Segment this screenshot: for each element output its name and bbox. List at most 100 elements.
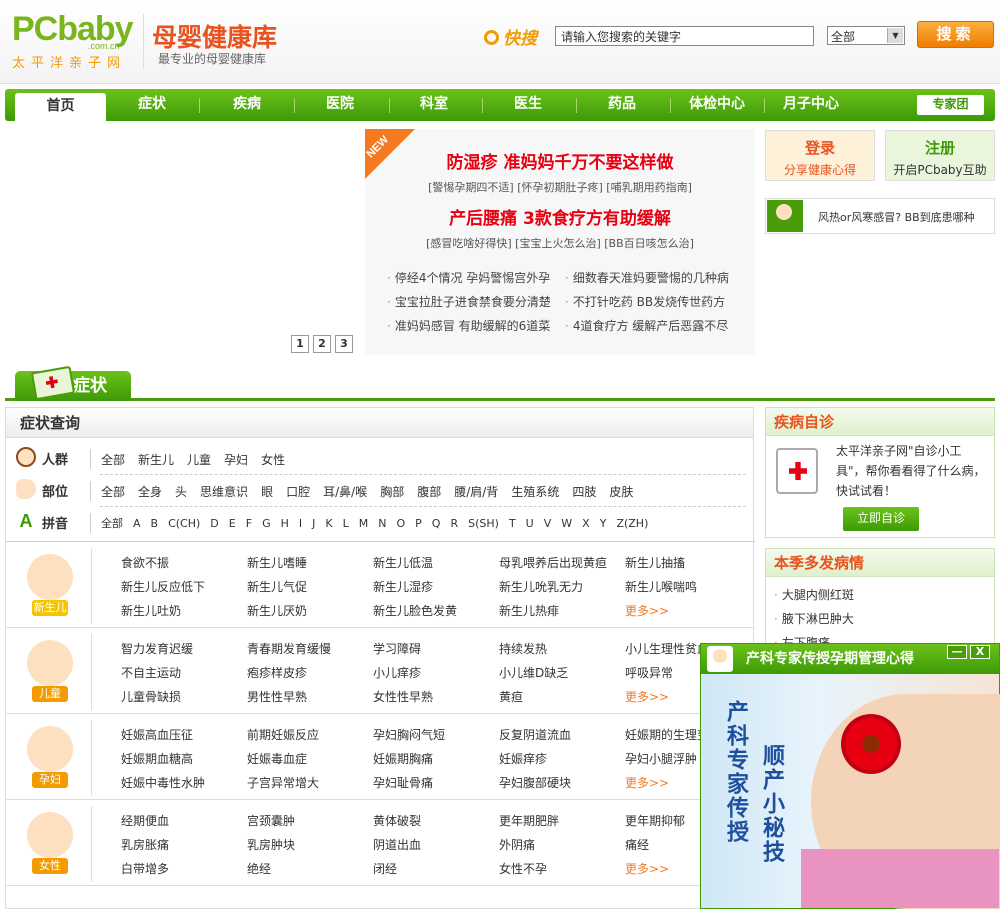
- filter-option[interactable]: H: [281, 517, 289, 530]
- filter-option[interactable]: 口腔: [286, 485, 310, 499]
- filter-option[interactable]: 新生儿: [138, 453, 174, 467]
- more-link[interactable]: 更多>>: [625, 602, 669, 619]
- slider-page-3[interactable]: 3: [335, 335, 353, 353]
- start-diagnosis-button[interactable]: 立即自诊: [843, 507, 919, 531]
- filter-option[interactable]: 全身: [138, 485, 162, 499]
- nav-checkup-center[interactable]: 体检中心: [675, 89, 759, 121]
- filter-option[interactable]: C(CH): [168, 517, 200, 530]
- nav-doctor[interactable]: 医生: [491, 89, 565, 121]
- symptom-link[interactable]: 更年期抑郁: [625, 812, 685, 829]
- filter-option[interactable]: 全部: [101, 453, 125, 467]
- symptom-link[interactable]: 更年期肥胖: [499, 812, 559, 829]
- symptom-link[interactable]: 儿童骨缺损: [121, 688, 181, 705]
- filter-option[interactable]: J: [312, 517, 315, 530]
- filter-option[interactable]: F: [246, 517, 252, 530]
- symptom-link[interactable]: 妊娠高血压征: [121, 726, 193, 743]
- filter-option[interactable]: 皮肤: [609, 485, 633, 499]
- symptom-link[interactable]: 食欲不振: [121, 554, 169, 571]
- slider-page-2[interactable]: 2: [313, 335, 331, 353]
- filter-option[interactable]: 胸部: [380, 485, 404, 499]
- more-link[interactable]: 更多>>: [625, 688, 669, 705]
- symptom-link[interactable]: 妊娠中毒性水肿: [121, 774, 205, 791]
- seasonal-item[interactable]: 腋下淋巴肿大: [774, 610, 854, 627]
- nav-symptom[interactable]: 症状: [115, 89, 189, 121]
- site-title[interactable]: 母婴健康库: [152, 18, 277, 54]
- filter-option[interactable]: A: [133, 517, 141, 530]
- promo-sublinks-1[interactable]: [警惕孕期四不适] [怀孕初期肚子疼] [哺乳期用药指南]: [365, 179, 755, 195]
- search-input[interactable]: [555, 26, 814, 46]
- filter-option[interactable]: 生殖系统: [511, 485, 559, 499]
- symptom-link[interactable]: 女性不孕: [499, 860, 547, 877]
- nav-hospital[interactable]: 医院: [303, 89, 377, 121]
- symptom-link[interactable]: 孕妇耻骨痛: [373, 774, 433, 791]
- login-button[interactable]: 登录 分享健康心得: [765, 130, 875, 181]
- filter-option[interactable]: Y: [600, 517, 607, 530]
- search-button[interactable]: 搜索: [917, 21, 994, 48]
- symptom-link[interactable]: 新生儿抽搐: [625, 554, 685, 571]
- symptom-link[interactable]: 反复阴道流血: [499, 726, 571, 743]
- symptom-link[interactable]: 新生儿厌奶: [247, 602, 307, 619]
- filter-option[interactable]: D: [210, 517, 218, 530]
- filter-option[interactable]: P: [415, 517, 422, 530]
- symptom-link[interactable]: 妊娠期血糖高: [121, 750, 193, 767]
- promo-link[interactable]: 4道食疗方 缓解产后恶露不尽: [565, 317, 728, 334]
- filter-option[interactable]: M: [359, 517, 369, 530]
- nav-medicine[interactable]: 药品: [585, 89, 659, 121]
- symptom-link[interactable]: 子宫异常增大: [247, 774, 319, 791]
- nav-department[interactable]: 科室: [397, 89, 471, 121]
- symptom-link[interactable]: 小儿痒疹: [373, 664, 421, 681]
- nav-home[interactable]: 首页: [15, 93, 106, 121]
- symptom-link[interactable]: 宫颈囊肿: [247, 812, 295, 829]
- more-link[interactable]: 更多>>: [625, 774, 669, 791]
- symptom-link[interactable]: 孕妇腹部硬块: [499, 774, 571, 791]
- symptom-link[interactable]: 新生儿热痱: [499, 602, 559, 619]
- crowd-avatar[interactable]: 新生儿: [12, 548, 92, 624]
- filter-option[interactable]: 思维意识: [200, 485, 248, 499]
- symptom-link[interactable]: 妊娠毒血症: [247, 750, 307, 767]
- symptom-link[interactable]: 乳房肿块: [247, 836, 295, 853]
- symptom-link[interactable]: 母乳喂养后出现黄疸: [499, 554, 607, 571]
- popup-image[interactable]: 产科专家传授 顺产小秘技: [701, 674, 1000, 909]
- symptom-link[interactable]: 黄疸: [499, 688, 523, 705]
- symptom-link[interactable]: 不自主运动: [121, 664, 181, 681]
- symptom-link[interactable]: 新生儿脸色发黄: [373, 602, 457, 619]
- symptom-link[interactable]: 女性性早熟: [373, 688, 433, 705]
- crowd-avatar[interactable]: 儿童: [12, 634, 92, 710]
- promo-link[interactable]: 细数春天准妈要警惕的几种病: [565, 269, 729, 286]
- filter-option[interactable]: 耳/鼻/喉: [323, 485, 367, 499]
- symptom-link[interactable]: 智力发育迟缓: [121, 640, 193, 657]
- symptom-link[interactable]: 白带增多: [121, 860, 169, 877]
- filter-option[interactable]: 眼: [261, 485, 273, 499]
- filter-option[interactable]: B: [151, 517, 159, 530]
- symptom-link[interactable]: 乳房胀痛: [121, 836, 169, 853]
- filter-option[interactable]: 腹部: [417, 485, 441, 499]
- expert-team-button[interactable]: 专家团: [917, 95, 984, 115]
- symptom-link[interactable]: 闭经: [373, 860, 397, 877]
- slider-page-1[interactable]: 1: [291, 335, 309, 353]
- symptom-link[interactable]: 男性性早熟: [247, 688, 307, 705]
- symptom-link[interactable]: 外阴痛: [499, 836, 535, 853]
- symptom-link[interactable]: 新生儿喉喘鸣: [625, 578, 697, 595]
- filter-option[interactable]: Z(ZH): [616, 517, 648, 530]
- promo-headline-1[interactable]: 防湿疹 准妈妈千万不要这样做: [365, 148, 755, 173]
- section-tab[interactable]: 症状: [15, 365, 131, 401]
- symptom-link[interactable]: 经期便血: [121, 812, 169, 829]
- promo-link[interactable]: 准妈妈感冒 有助缓解的6道菜: [387, 317, 550, 334]
- symptom-link[interactable]: 新生儿气促: [247, 578, 307, 595]
- symptom-link[interactable]: 新生儿低温: [373, 554, 433, 571]
- more-link[interactable]: 更多>>: [625, 860, 669, 877]
- symptom-link[interactable]: 妊娠痒疹: [499, 750, 547, 767]
- symptom-link[interactable]: 黄体破裂: [373, 812, 421, 829]
- filter-option[interactable]: S(SH): [468, 517, 499, 530]
- symptom-link[interactable]: 孕妇小腿浮肿: [625, 750, 697, 767]
- symptom-link[interactable]: 痛经: [625, 836, 649, 853]
- filter-option[interactable]: 四肢: [572, 485, 596, 499]
- filter-option[interactable]: L: [343, 517, 349, 530]
- qa-link[interactable]: 风热or风寒感冒? BB到底患哪种: [765, 198, 995, 234]
- filter-option[interactable]: R: [450, 517, 458, 530]
- filter-option[interactable]: 头: [175, 485, 187, 499]
- filter-option[interactable]: Q: [432, 517, 441, 530]
- symptom-link[interactable]: 孕妇胸闷气短: [373, 726, 445, 743]
- nav-confinement-center[interactable]: 月子中心: [769, 89, 853, 121]
- filter-option[interactable]: O: [396, 517, 405, 530]
